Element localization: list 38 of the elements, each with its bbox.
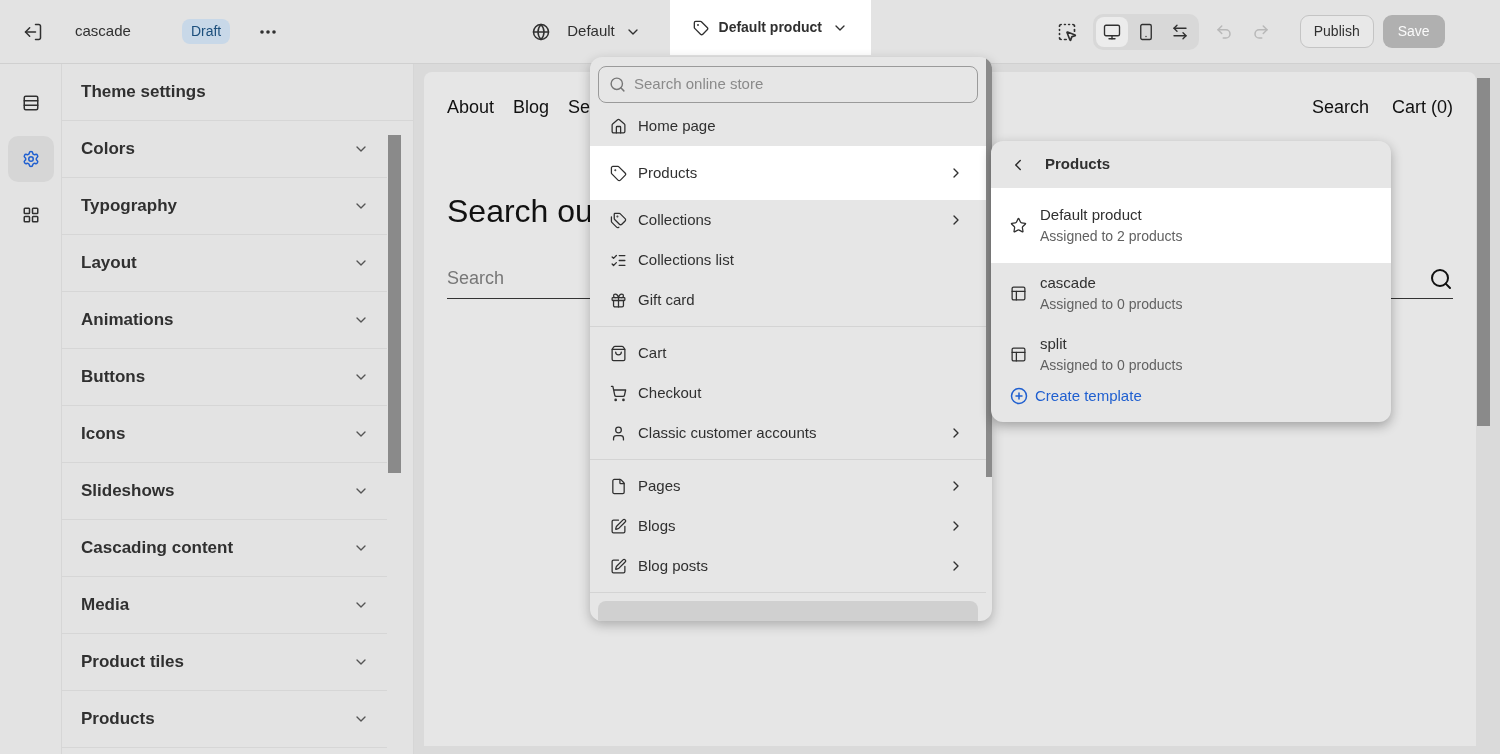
menu-item[interactable]: Gift card: [590, 280, 986, 320]
template-item[interactable]: Default product Assigned to 2 products: [991, 188, 1391, 263]
nav-link[interactable]: Se: [568, 94, 591, 121]
menu-item[interactable]: Products: [590, 146, 986, 200]
template-item[interactable]: cascade Assigned to 0 products: [991, 263, 1391, 324]
nav-link[interactable]: Blog: [513, 94, 550, 121]
create-template-link[interactable]: Create template: [1010, 385, 1142, 408]
nav-link[interactable]: Search: [1311, 94, 1369, 121]
menu-item[interactable]: Blogs: [590, 506, 986, 546]
menu-item[interactable]: Collections list: [590, 240, 986, 280]
settings-group[interactable]: Products: [62, 691, 387, 748]
settings-group[interactable]: Media: [62, 577, 387, 634]
submenu-title: Products: [1045, 154, 1110, 175]
menu-item[interactable]: Classic customer accounts: [590, 413, 986, 453]
menu-item[interactable]: Pages: [590, 466, 986, 506]
publish-button[interactable]: Publish: [1299, 15, 1374, 48]
settings-group[interactable]: Layout: [62, 235, 387, 292]
settings-group[interactable]: Cascading content: [62, 520, 387, 577]
settings-group[interactable]: Animations: [62, 292, 387, 349]
theme-name: cascade: [75, 21, 131, 42]
menu-item[interactable]: Home page: [590, 106, 986, 146]
settings-group[interactable]: Buttons: [62, 349, 387, 406]
settings-group[interactable]: Slideshows: [62, 463, 387, 520]
status-badge: Draft: [181, 19, 231, 44]
menu-item[interactable]: Collections: [590, 200, 986, 240]
settings-group[interactable]: Product tiles: [62, 634, 387, 691]
panel-title: Theme settings: [81, 81, 206, 104]
menu-item[interactable]: Blog posts: [590, 546, 986, 586]
settings-group[interactable]: Colors: [62, 121, 387, 178]
settings-group[interactable]: Typography: [62, 178, 387, 235]
menu-item[interactable]: Cart: [590, 333, 986, 373]
template-item[interactable]: split Assigned to 0 products: [991, 324, 1391, 385]
theme-selector[interactable]: Default: [532, 20, 641, 43]
settings-group[interactable]: Icons: [62, 406, 387, 463]
nav-link[interactable]: Cart (0): [1392, 94, 1453, 121]
template-selector[interactable]: Default product: [669, 0, 871, 55]
menu-item[interactable]: Checkout: [590, 373, 986, 413]
nav-link[interactable]: About: [447, 94, 495, 121]
